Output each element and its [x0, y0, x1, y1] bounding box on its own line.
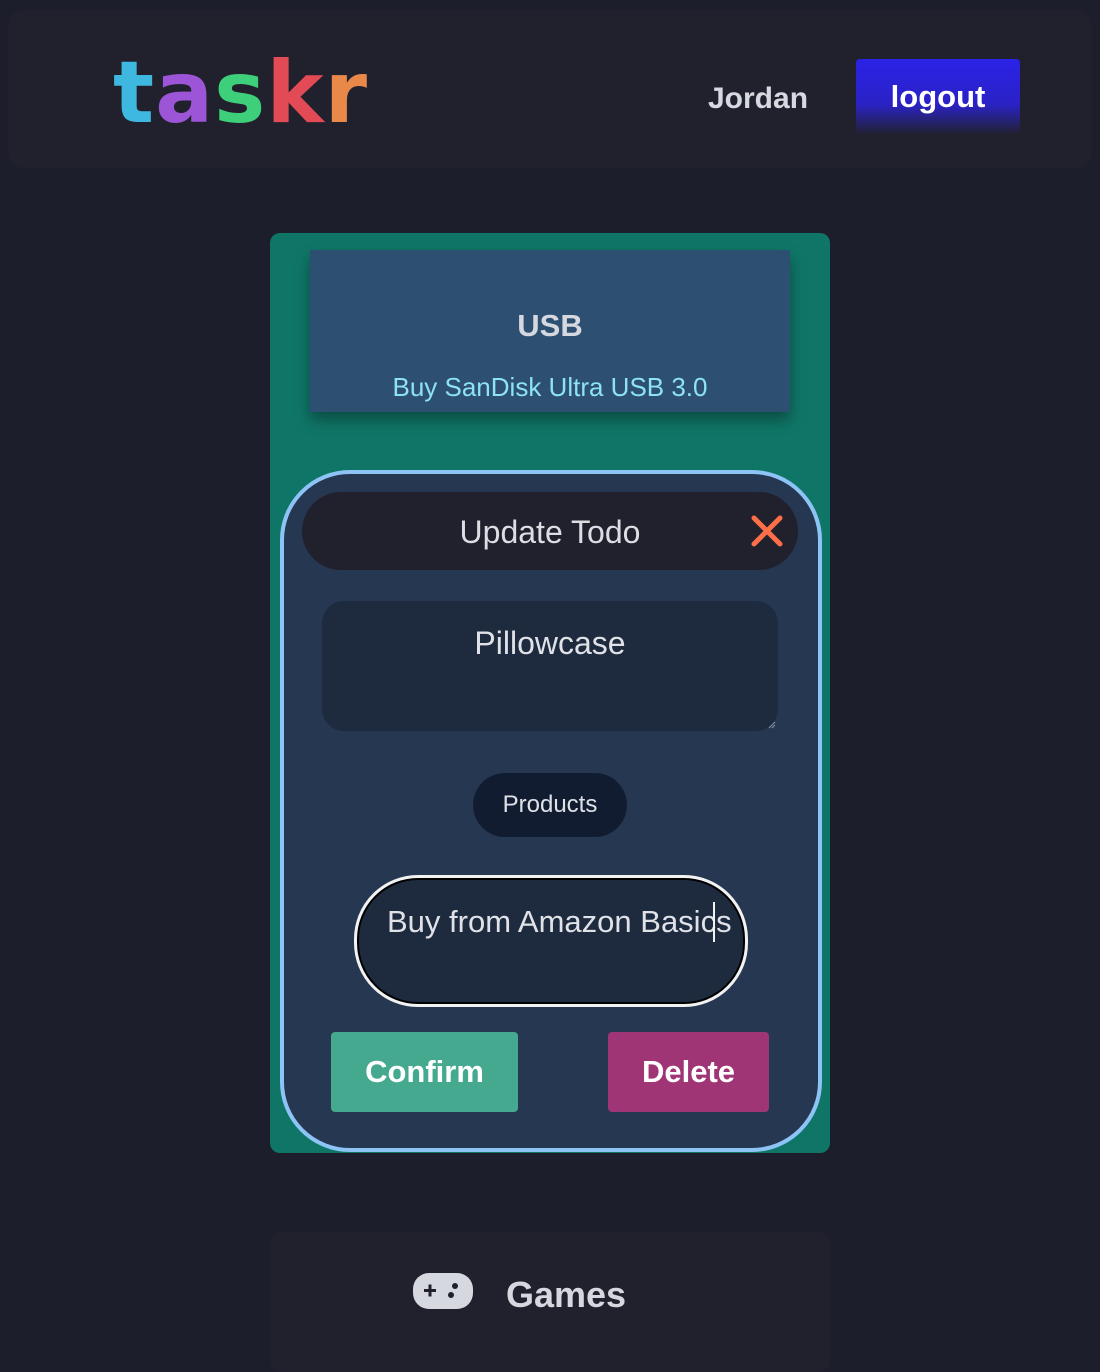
todo-description: Buy SanDisk Ultra USB 3.0 [392, 372, 708, 402]
category-card-games[interactable]: Games [270, 1232, 830, 1372]
todo-title-value: Pillowcase [474, 625, 626, 661]
todo-summary[interactable]: USB Buy SanDisk Ultra USB 3.0 [310, 250, 790, 412]
todo-title-textarea[interactable]: Pillowcase [322, 601, 778, 731]
logo-letter-t: t [113, 43, 156, 143]
category-select[interactable]: Products [473, 773, 627, 837]
top-navbar: taskr Jordan logout [8, 10, 1092, 168]
resize-handle-icon[interactable] [768, 721, 776, 729]
todo-card: USB Buy SanDisk Ultra USB 3.0 Update Tod… [270, 233, 830, 1153]
taskr-logo[interactable]: taskr [113, 50, 368, 136]
modal-header: Update Todo [302, 492, 798, 570]
delete-button[interactable]: Delete [608, 1032, 769, 1112]
update-todo-modal: Update Todo Pillowcase Products Buy from… [280, 470, 822, 1152]
logout-button[interactable]: logout [856, 59, 1020, 135]
logo-letter-r: r [324, 43, 368, 143]
close-icon[interactable] [750, 514, 784, 548]
confirm-button[interactable]: Confirm [331, 1032, 518, 1112]
logo-letter-s: s [214, 43, 267, 143]
logo-letter-a: a [155, 43, 215, 143]
gamepad-icon [413, 1273, 473, 1309]
todo-description-value: Buy from Amazon Basics [387, 904, 732, 939]
modal-title: Update Todo [459, 514, 641, 550]
todo-title: USB [517, 308, 583, 343]
logo-letter-k: k [266, 43, 325, 143]
username-label: Jordan [708, 82, 809, 115]
todo-description-input[interactable]: Buy from Amazon Basics [354, 875, 748, 1007]
games-label: Games [506, 1274, 627, 1315]
text-caret [713, 902, 715, 942]
